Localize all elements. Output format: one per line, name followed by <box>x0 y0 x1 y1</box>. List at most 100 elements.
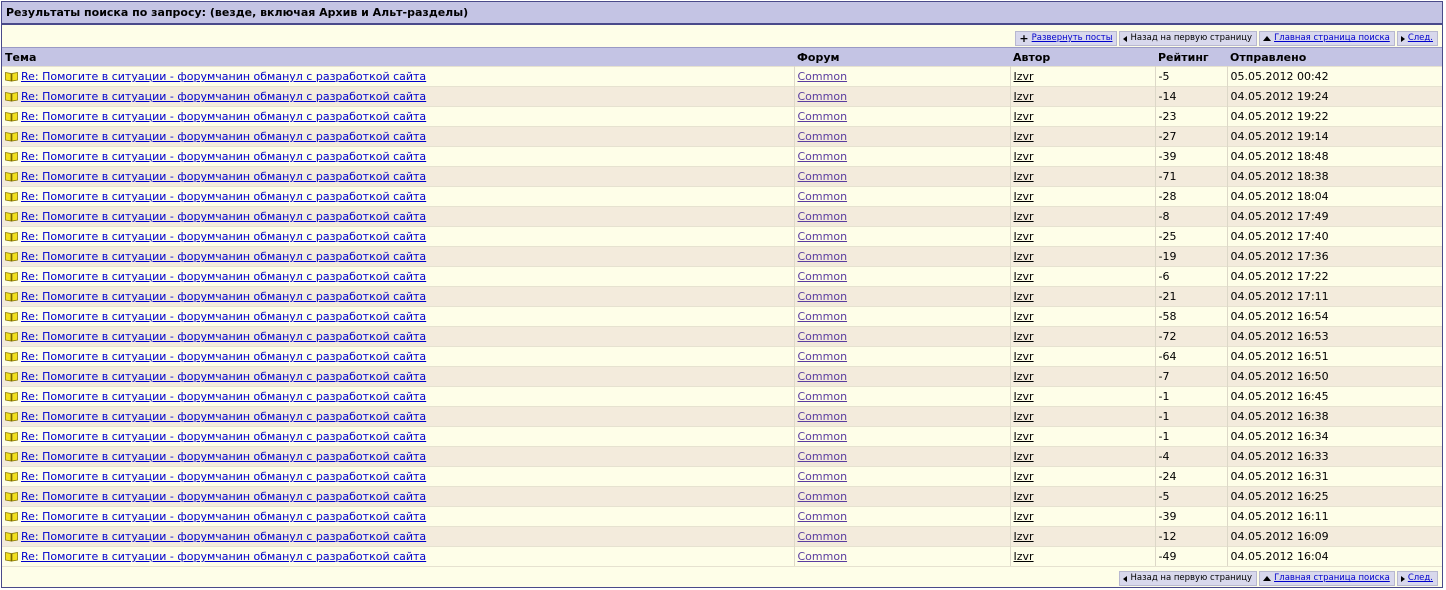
next-page-button[interactable]: След. <box>1396 31 1438 46</box>
forum-cell: Common <box>794 86 1011 107</box>
topic-link[interactable]: Re: Помогите в ситуации - форумчанин обм… <box>21 230 426 243</box>
topic-link[interactable]: Re: Помогите в ситуации - форумчанин обм… <box>21 90 426 103</box>
expand-posts-button[interactable]: + Развернуть посты <box>1015 31 1118 46</box>
topic-link[interactable]: Re: Помогите в ситуации - форумчанин обм… <box>21 310 426 323</box>
forum-cell: Common <box>794 206 1011 227</box>
forum-link[interactable]: Common <box>798 410 848 423</box>
forum-link[interactable]: Common <box>798 190 848 203</box>
search-home-button[interactable]: Главная страница поиска <box>1259 31 1395 46</box>
topic-cell: Re: Помогите в ситуации - форумчанин обм… <box>2 286 795 307</box>
topic-link[interactable]: Re: Помогите в ситуации - форумчанин обм… <box>21 430 426 443</box>
topic-link[interactable]: Re: Помогите в ситуации - форумчанин обм… <box>21 510 426 523</box>
forum-cell: Common <box>794 366 1011 387</box>
search-home-button-bottom[interactable]: Главная страница поиска <box>1259 571 1395 586</box>
topic-link[interactable]: Re: Помогите в ситуации - форумчанин обм… <box>21 330 426 343</box>
author-cell: Izvr <box>1010 206 1156 227</box>
topic-cell: Re: Помогите в ситуации - форумчанин обм… <box>2 346 795 367</box>
forum-link[interactable]: Common <box>798 310 848 323</box>
next-page-button-bottom[interactable]: След. <box>1396 571 1438 586</box>
forum-cell: Common <box>794 506 1011 527</box>
forum-link[interactable]: Common <box>798 230 848 243</box>
arrow-up-icon <box>1263 36 1272 41</box>
book-icon <box>5 251 18 262</box>
author-link[interactable]: Izvr <box>1014 70 1034 83</box>
author-link[interactable]: Izvr <box>1014 130 1034 143</box>
topic-link[interactable]: Re: Помогите в ситуации - форумчанин обм… <box>21 350 426 363</box>
topic-link[interactable]: Re: Помогите в ситуации - форумчанин обм… <box>21 530 426 543</box>
first-page-button-bottom[interactable]: Назад на первую страницу <box>1119 571 1258 586</box>
topic-link[interactable]: Re: Помогите в ситуации - форумчанин обм… <box>21 290 426 303</box>
author-link[interactable]: Izvr <box>1014 510 1034 523</box>
author-link[interactable]: Izvr <box>1014 110 1034 123</box>
forum-link[interactable]: Common <box>798 70 848 83</box>
author-link[interactable]: Izvr <box>1014 190 1034 203</box>
topic-link[interactable]: Re: Помогите в ситуации - форумчанин обм… <box>21 410 426 423</box>
forum-link[interactable]: Common <box>798 270 848 283</box>
topic-link[interactable]: Re: Помогите в ситуации - форумчанин обм… <box>21 490 426 503</box>
forum-link[interactable]: Common <box>798 530 848 543</box>
forum-cell: Common <box>794 486 1011 507</box>
author-link[interactable]: Izvr <box>1014 430 1034 443</box>
topic-link[interactable]: Re: Помогите в ситуации - форумчанин обм… <box>21 190 426 203</box>
author-link[interactable]: Izvr <box>1014 330 1034 343</box>
book-icon <box>5 71 18 82</box>
topic-link[interactable]: Re: Помогите в ситуации - форумчанин обм… <box>21 390 426 403</box>
author-link[interactable]: Izvr <box>1014 450 1034 463</box>
author-link[interactable]: Izvr <box>1014 210 1034 223</box>
forum-link[interactable]: Common <box>798 110 848 123</box>
forum-link[interactable]: Common <box>798 510 848 523</box>
author-link[interactable]: Izvr <box>1014 230 1034 243</box>
forum-link[interactable]: Common <box>798 550 848 563</box>
forum-link[interactable]: Common <box>798 370 848 383</box>
author-link[interactable]: Izvr <box>1014 90 1034 103</box>
book-icon <box>5 191 18 202</box>
author-link[interactable]: Izvr <box>1014 370 1034 383</box>
author-link[interactable]: Izvr <box>1014 470 1034 483</box>
forum-link[interactable]: Common <box>798 90 848 103</box>
forum-link[interactable]: Common <box>798 290 848 303</box>
topic-link[interactable]: Re: Помогите в ситуации - форумчанин обм… <box>21 110 426 123</box>
topic-link[interactable]: Re: Помогите в ситуации - форумчанин обм… <box>21 370 426 383</box>
sent-cell: 04.05.2012 17:36 <box>1227 246 1442 267</box>
author-link[interactable]: Izvr <box>1014 310 1034 323</box>
topic-link[interactable]: Re: Помогите в ситуации - форумчанин обм… <box>21 270 426 283</box>
topic-link[interactable]: Re: Помогите в ситуации - форумчанин обм… <box>21 550 426 563</box>
author-link[interactable]: Izvr <box>1014 290 1034 303</box>
topic-link[interactable]: Re: Помогите в ситуации - форумчанин обм… <box>21 250 426 263</box>
forum-link[interactable]: Common <box>798 130 848 143</box>
author-link[interactable]: Izvr <box>1014 170 1034 183</box>
forum-link[interactable]: Common <box>798 210 848 223</box>
forum-link[interactable]: Common <box>798 170 848 183</box>
author-link[interactable]: Izvr <box>1014 270 1034 283</box>
author-link[interactable]: Izvr <box>1014 530 1034 543</box>
forum-link[interactable]: Common <box>798 450 848 463</box>
forum-link[interactable]: Common <box>798 430 848 443</box>
forum-link[interactable]: Common <box>798 150 848 163</box>
sent-cell: 04.05.2012 16:34 <box>1227 426 1442 447</box>
author-link[interactable]: Izvr <box>1014 490 1034 503</box>
author-link[interactable]: Izvr <box>1014 150 1034 163</box>
topic-link[interactable]: Re: Помогите в ситуации - форумчанин обм… <box>21 450 426 463</box>
forum-link[interactable]: Common <box>798 250 848 263</box>
topic-link[interactable]: Re: Помогите в ситуации - форумчанин обм… <box>21 470 426 483</box>
topic-cell: Re: Помогите в ситуации - форумчанин обм… <box>2 166 795 187</box>
topic-link[interactable]: Re: Помогите в ситуации - форумчанин обм… <box>21 170 426 183</box>
author-link[interactable]: Izvr <box>1014 390 1034 403</box>
forum-link[interactable]: Common <box>798 330 848 343</box>
forum-link[interactable]: Common <box>798 350 848 363</box>
forum-link[interactable]: Common <box>798 490 848 503</box>
topic-link[interactable]: Re: Помогите в ситуации - форумчанин обм… <box>21 130 426 143</box>
author-link[interactable]: Izvr <box>1014 250 1034 263</box>
author-link[interactable]: Izvr <box>1014 410 1034 423</box>
topic-link[interactable]: Re: Помогите в ситуации - форумчанин обм… <box>21 70 426 83</box>
forum-link[interactable]: Common <box>798 470 848 483</box>
first-page-button[interactable]: Назад на первую страницу <box>1119 31 1258 46</box>
topic-link[interactable]: Re: Помогите в ситуации - форумчанин обм… <box>21 150 426 163</box>
forum-cell: Common <box>794 246 1011 267</box>
rating-cell: -27 <box>1155 126 1228 147</box>
forum-link[interactable]: Common <box>798 390 848 403</box>
author-link[interactable]: Izvr <box>1014 550 1034 563</box>
topic-link[interactable]: Re: Помогите в ситуации - форумчанин обм… <box>21 210 426 223</box>
rating-cell: -6 <box>1155 266 1228 287</box>
author-link[interactable]: Izvr <box>1014 350 1034 363</box>
